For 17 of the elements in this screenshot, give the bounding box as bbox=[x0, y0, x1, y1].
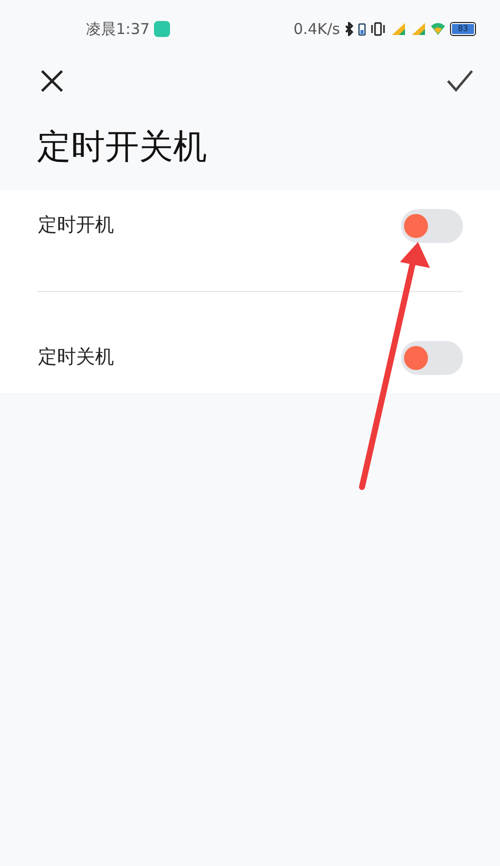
vibrate-icon bbox=[370, 22, 386, 36]
signal-icon bbox=[390, 22, 406, 36]
status-time: 凌晨1:37 bbox=[86, 18, 150, 40]
setting-label: 定时开机 bbox=[38, 213, 114, 238]
network-speed: 0.4K/s bbox=[293, 18, 340, 40]
battery-saver-icon bbox=[358, 22, 366, 36]
toggle-switch[interactable] bbox=[401, 340, 463, 374]
close-icon[interactable] bbox=[40, 69, 64, 93]
wifi-icon bbox=[430, 22, 446, 36]
page-title: 定时开关机 bbox=[37, 126, 207, 168]
checkmark-icon[interactable] bbox=[446, 69, 474, 93]
setting-label: 定时关机 bbox=[38, 345, 114, 370]
bluetooth-icon bbox=[344, 22, 354, 36]
app-icon bbox=[154, 21, 170, 37]
battery-level: 83 bbox=[452, 24, 474, 34]
signal-icon bbox=[410, 22, 426, 36]
toggle-switch[interactable] bbox=[401, 208, 463, 242]
